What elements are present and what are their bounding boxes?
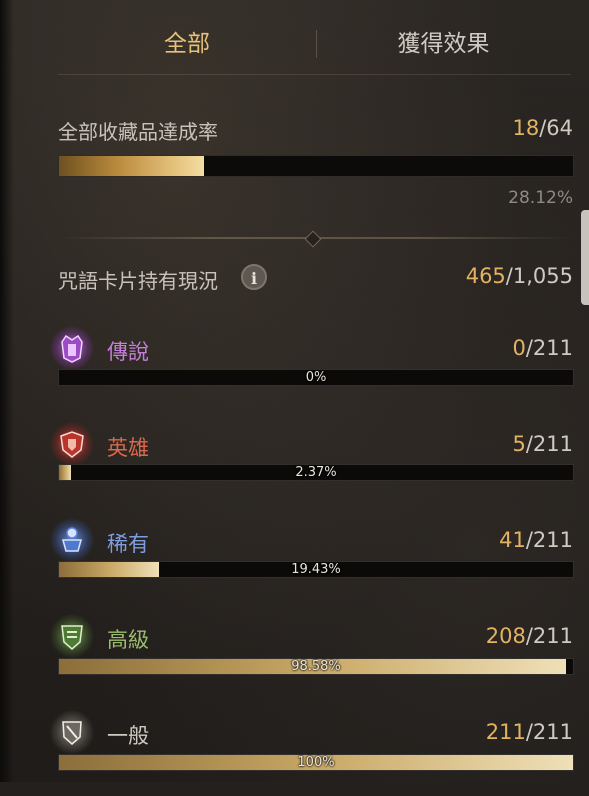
rarity-percent: 100% <box>297 755 335 770</box>
collection-count: 18/64 <box>512 116 573 140</box>
rarity-count: 5/211 <box>512 432 573 456</box>
info-icon[interactable]: i <box>241 264 267 290</box>
tab-bar: 全部 獲得效果 <box>58 18 571 75</box>
rarity-progress-bar: 100% <box>58 754 574 771</box>
advanced-emblem-icon <box>50 614 94 658</box>
rarity-count: 0/211 <box>512 336 573 360</box>
rarity-percent: 19.43% <box>291 562 341 577</box>
spell-card-total: /1,055 <box>505 264 573 288</box>
rarity-percent: 98.58% <box>291 659 341 674</box>
section-divider <box>58 230 572 248</box>
rare-emblem-icon <box>50 518 94 562</box>
spell-card-current: 465 <box>465 264 506 288</box>
rarity-total: /211 <box>525 720 573 744</box>
collection-current: 18 <box>512 116 540 140</box>
rarity-progress-bar: 98.58% <box>58 658 574 675</box>
rarity-percent: 2.37% <box>295 465 337 480</box>
rarity-name: 一般 <box>107 724 149 748</box>
rarity-current: 0 <box>512 336 526 360</box>
collection-progress-bar <box>58 155 574 177</box>
rarity-progress-bar: 0% <box>58 369 574 386</box>
spell-card-count: 465/1,055 <box>466 264 573 288</box>
rarity-row-rare: 稀有 41/211 19.43% <box>0 518 589 604</box>
rarity-progress-bar: 2.37% <box>58 464 574 481</box>
rarity-percent: 0% <box>305 370 327 385</box>
rarity-name: 稀有 <box>107 532 149 556</box>
rarity-total: /211 <box>525 624 573 648</box>
rarity-row-common: 一般 211/211 100% <box>0 710 589 796</box>
rarity-row-heroic: 英雄 5/211 2.37% <box>0 422 589 508</box>
collection-rate-label: 全部收藏品達成率 <box>58 120 218 144</box>
scrollbar[interactable] <box>581 210 589 305</box>
rarity-name: 高級 <box>107 628 149 652</box>
rarity-current: 208 <box>485 624 526 648</box>
rarity-total: /211 <box>525 528 573 552</box>
rarity-current: 211 <box>485 720 526 744</box>
rarity-current: 41 <box>499 528 526 552</box>
collection-percent: 28.12% <box>508 188 573 208</box>
collection-total: /64 <box>539 116 573 140</box>
tab-all[interactable]: 全部 <box>58 18 316 70</box>
collection-progress-fill <box>59 156 204 176</box>
legendary-emblem-icon <box>50 326 94 370</box>
rarity-current: 5 <box>512 432 526 456</box>
rarity-progress-bar: 19.43% <box>58 561 574 578</box>
rarity-count: 211/211 <box>486 720 573 744</box>
rarity-total: /211 <box>525 432 573 456</box>
spell-card-status-label: 咒語卡片持有現況 <box>58 269 218 293</box>
rarity-row-advanced: 高級 208/211 98.58% <box>0 614 589 700</box>
rarity-row-legendary: 傳說 0/211 0% <box>0 326 589 412</box>
rarity-count: 208/211 <box>486 624 573 648</box>
heroic-emblem-icon <box>50 422 94 466</box>
tab-underline <box>58 74 571 75</box>
rarity-name: 英雄 <box>107 436 149 460</box>
rarity-name: 傳說 <box>107 340 149 364</box>
rarity-count: 41/211 <box>499 528 573 552</box>
common-emblem-icon <box>50 710 94 754</box>
tab-acquired-effects[interactable]: 獲得效果 <box>316 18 571 70</box>
rarity-total: /211 <box>525 336 573 360</box>
